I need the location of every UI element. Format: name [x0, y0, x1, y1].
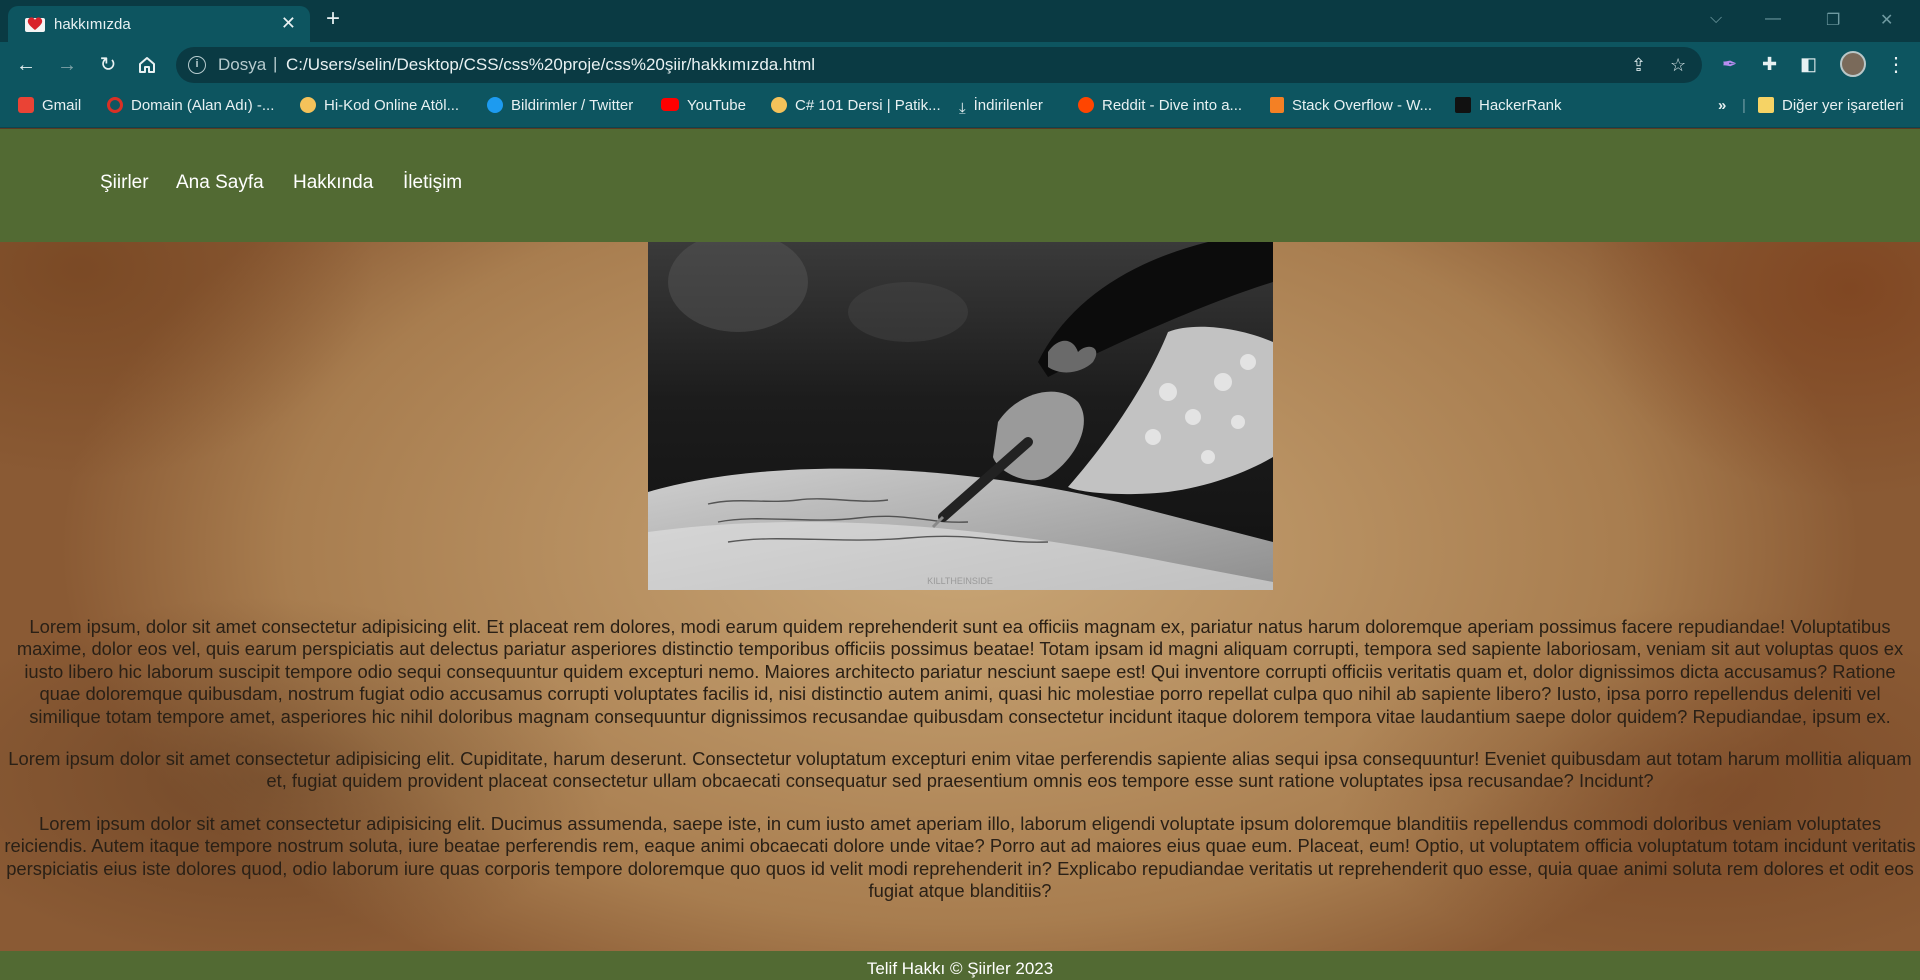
heart-envelope-favicon-icon: [25, 17, 45, 32]
browser-tab-strip: hakkımızda ✕ + ⌵ — ❐ ✕: [0, 0, 1920, 42]
profile-avatar[interactable]: [1840, 51, 1866, 77]
about-content: Lorem ipsum, dolor sit amet consectetur …: [0, 616, 1920, 922]
patika-icon: [771, 97, 787, 113]
twitter-icon: [487, 97, 503, 113]
extensions-puzzle-icon[interactable]: ✚: [1762, 54, 1777, 75]
address-bar[interactable]: i Dosya | C:/Users/selin/Desktop/CSS/css…: [176, 47, 1702, 83]
bookmark-csharp[interactable]: C# 101 Dersi | Patik...: [771, 97, 941, 114]
gmail-icon: [18, 97, 34, 113]
about-paragraph-2: Lorem ipsum dolor sit amet consectetur a…: [8, 748, 1912, 792]
reddit-icon: [1078, 97, 1094, 113]
other-bookmarks-folder[interactable]: Diğer yer işaretleri: [1758, 97, 1904, 114]
folder-icon: [1758, 97, 1774, 113]
side-panel-icon[interactable]: ◧: [1800, 54, 1817, 75]
tab-close-icon[interactable]: ✕: [281, 13, 296, 34]
address-scheme: Dosya: [218, 55, 267, 74]
bookmark-downloads[interactable]: ⤓ İndirilenler: [959, 97, 1043, 117]
tab-search-chevron-icon[interactable]: ⌵: [1710, 10, 1722, 28]
share-icon[interactable]: ⇪: [1631, 55, 1646, 76]
bookmark-star-icon[interactable]: ☆: [1670, 55, 1686, 76]
about-paragraph-1: Lorem ipsum, dolor sit amet consectetur …: [16, 616, 1904, 727]
copyright-text: Telif Hakkı © Şiirler 2023: [866, 959, 1054, 978]
feather-extension-icon[interactable]: ✒: [1722, 54, 1737, 75]
window-close-icon[interactable]: ✕: [1880, 10, 1893, 30]
address-url[interactable]: C:/Users/selin/Desktop/CSS/css%20proje/c…: [286, 55, 815, 75]
bookmark-twitter[interactable]: Bildirimler / Twitter: [487, 97, 633, 114]
browser-toolbar: ← → ↻ i Dosya | C:/Users/selin/Desktop/C…: [0, 42, 1920, 88]
bookmarks-divider: |: [1742, 97, 1746, 114]
about-paragraph-3: Lorem ipsum dolor sit amet consectetur a…: [4, 812, 1916, 902]
bookmark-stackoverflow[interactable]: Stack Overflow - W...: [1270, 97, 1432, 114]
new-tab-icon[interactable]: +: [326, 7, 340, 31]
image-watermark: KILLTHEINSIDE: [927, 576, 993, 586]
back-arrow-icon[interactable]: ←: [13, 52, 39, 78]
site-navbar: Şiirler Ana Sayfa Hakkında İletişim: [0, 129, 1920, 242]
hikod-icon: [300, 97, 316, 113]
more-bookmarks-chevron-icon[interactable]: »: [1718, 97, 1726, 114]
hero-image-writing-quill: KILLTHEINSIDE: [648, 242, 1273, 590]
stackoverflow-icon: [1270, 97, 1284, 113]
site-info-icon[interactable]: i: [188, 56, 206, 74]
bookmark-reddit[interactable]: Reddit - Dive into a...: [1078, 97, 1242, 114]
bookmark-hikod[interactable]: Hi-Kod Online Atöl...: [300, 97, 459, 114]
reload-icon[interactable]: ↻: [95, 52, 121, 78]
domain-icon: [107, 97, 123, 113]
download-icon: ⤓: [959, 100, 966, 117]
site-footer: Telif Hakkı © Şiirler 2023: [0, 951, 1920, 980]
browser-tab-active[interactable]: hakkımızda ✕: [8, 6, 310, 42]
bookmark-domain[interactable]: Domain (Alan Adı) -...: [107, 97, 274, 114]
youtube-icon: [661, 98, 679, 111]
quill-writing-photo: KILLTHEINSIDE: [648, 242, 1273, 590]
nav-link-hakkinda[interactable]: Hakkında: [293, 172, 373, 194]
address-separator: |: [273, 54, 278, 73]
page-viewport: Şiirler Ana Sayfa Hakkında İletişim KILL…: [0, 129, 1920, 980]
bookmarks-bar: Gmail Domain (Alan Adı) -... Hi-Kod Onli…: [0, 88, 1920, 128]
minimize-icon[interactable]: —: [1765, 10, 1781, 28]
hackerrank-icon: [1455, 97, 1471, 113]
forward-arrow-icon[interactable]: →: [54, 52, 80, 78]
kebab-menu-icon[interactable]: ⋮: [1886, 52, 1906, 77]
nav-link-siirler[interactable]: Şiirler: [100, 172, 149, 194]
home-icon[interactable]: [137, 55, 157, 75]
nav-link-ana-sayfa[interactable]: Ana Sayfa: [176, 172, 264, 194]
nav-link-iletisim[interactable]: İletişim: [403, 172, 462, 194]
bookmark-gmail[interactable]: Gmail: [18, 97, 81, 114]
tab-title: hakkımızda: [54, 16, 131, 33]
bookmark-hackerrank[interactable]: HackerRank: [1455, 97, 1562, 114]
bookmark-youtube[interactable]: YouTube: [661, 97, 746, 114]
restore-icon[interactable]: ❐: [1826, 10, 1840, 30]
